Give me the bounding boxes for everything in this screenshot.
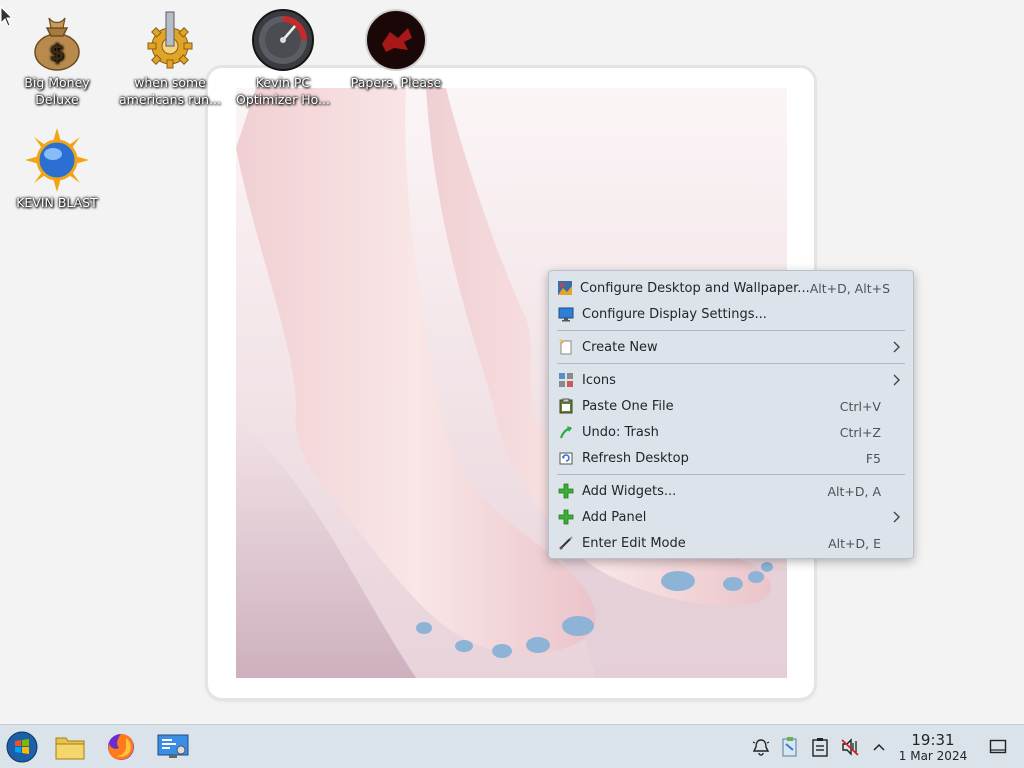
volume-muted-icon [841,738,859,756]
undo-icon [557,423,575,441]
add-icon [557,508,575,526]
add-icon [557,482,575,500]
show-desktop-icon [989,739,1007,754]
submenu-chevron-right-icon [893,341,900,353]
notifications-bell-icon [752,739,770,756]
menu-item-add-panel[interactable]: Add Panel [549,504,913,530]
menu-item-label: Configure Desktop and Wallpaper... [580,280,810,296]
menu-item-shortcut: Ctrl+V [839,398,881,414]
menu-item-label: Undo: Trash [582,424,659,440]
display-settings-icon [557,305,575,323]
start-menu-icon [6,731,38,763]
menu-item-configure-display[interactable]: Configure Display Settings... [549,301,913,327]
menu-item-label: Create New [582,339,658,355]
taskbar: 19:31 1 Mar 2024 [0,724,1024,768]
gear-icon [147,11,193,69]
svg-text:$: $ [49,41,64,66]
refresh-icon [557,449,575,467]
menu-item-label: Paste One File [582,398,674,414]
menu-item-refresh-desktop[interactable]: Refresh Desktop F5 [549,445,913,471]
submenu-chevron-right-icon [893,374,900,386]
desktop-icon-label: when some americans run... [119,75,221,107]
desktop-icon-label: Big Money Deluxe [24,75,90,107]
show-desktop-button[interactable] [987,736,1009,758]
menu-item-shortcut: F5 [865,450,881,466]
menu-separator [557,474,905,475]
clipboard-button[interactable] [779,736,801,758]
volume-button[interactable] [839,736,861,758]
system-settings-button[interactable] [156,731,190,763]
menu-item-label: Add Widgets... [582,483,677,499]
menu-separator [557,363,905,364]
system-settings-icon [157,734,189,758]
menu-item-label: Enter Edit Mode [582,535,686,551]
desktop-icon-kevin-blast[interactable]: KEVIN BLAST [1,128,113,211]
menu-item-add-widgets[interactable]: Add Widgets... Alt+D, A [549,478,913,504]
clock-time: 19:31 [911,731,955,749]
clipboard-icon [782,737,797,757]
paste-icon [557,397,575,415]
desktop-icon-label: Papers, Please [350,75,442,90]
file-manager-icon [55,737,85,760]
desktop-icon-big-money-deluxe[interactable]: $ Big Money Deluxe [1,8,113,108]
menu-item-icons[interactable]: Icons [549,367,913,393]
menu-item-label: Configure Display Settings... [582,306,767,322]
notifications-button[interactable] [750,736,772,758]
edit-brush-icon [557,534,575,552]
menu-item-shortcut: Alt+D, Alt+S [809,280,891,296]
menu-item-paste[interactable]: Paste One File Ctrl+V [549,393,913,419]
desktop-icon-kevin-pc-optimizer[interactable]: Kevin PC Optimizer Ho... [227,8,339,108]
desktop-icon-label: Kevin PC Optimizer Ho... [236,75,330,107]
new-document-icon [557,338,575,356]
menu-item-shortcut: Alt+D, A [827,483,881,499]
tray-expand-button[interactable] [868,736,890,758]
menu-item-shortcut: Ctrl+Z [839,424,881,440]
menu-item-configure-desktop[interactable]: Configure Desktop and Wallpaper... Alt+D… [549,275,913,301]
firefox-icon [108,734,134,760]
chevron-up-icon [873,743,885,751]
task-list-icon [812,738,828,757]
menu-item-shortcut: Alt+D, E [828,535,881,551]
menu-item-label: Add Panel [582,509,647,525]
menu-item-label: Refresh Desktop [582,450,689,466]
submenu-chevron-right-icon [893,511,900,523]
menu-item-undo-trash[interactable]: Undo: Trash Ctrl+Z [549,419,913,445]
desktop-context-menu: Configure Desktop and Wallpaper... Alt+D… [548,270,914,559]
task-list-button[interactable] [809,736,831,758]
menu-separator [557,330,905,331]
menu-item-enter-edit-mode[interactable]: Enter Edit Mode Alt+D, E [549,530,913,556]
firefox-button[interactable] [104,731,138,763]
file-manager-button[interactable] [53,731,87,763]
start-menu-button[interactable] [5,731,39,763]
sun-globe-icon [25,128,89,192]
desktop-icon-papers-please[interactable]: Papers, Please [340,8,452,91]
desktop-wallpaper-icon [557,279,573,297]
menu-item-create-new[interactable]: Create New [549,334,913,360]
menu-item-label: Icons [582,372,616,388]
papers-please-icon [365,9,427,71]
speedometer-icon [252,9,314,71]
digital-clock[interactable]: 19:31 1 Mar 2024 [893,731,973,764]
desktop-icon-label: KEVIN BLAST [16,195,98,210]
money-bag-icon: $ [34,17,80,71]
desktop-icon-americans-run[interactable]: when some americans run... [114,8,226,108]
clock-date: 1 Mar 2024 [898,749,968,763]
icons-grid-icon [557,371,575,389]
